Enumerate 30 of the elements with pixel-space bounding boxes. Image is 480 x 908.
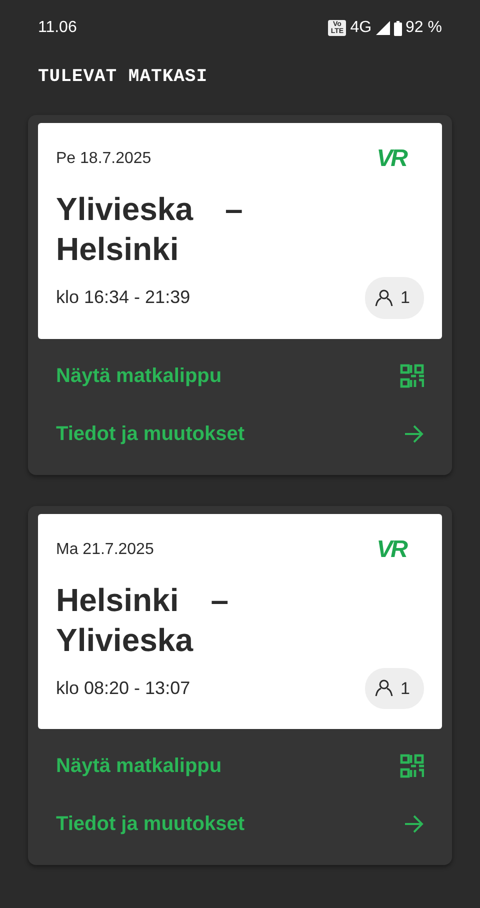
origin-station: Ylivieska (56, 190, 193, 229)
battery-level: 92 % (406, 18, 442, 38)
vr-logo: VR (376, 147, 406, 171)
battery-icon (394, 20, 402, 36)
trip-date: Ma 21.7.2025 (56, 540, 154, 560)
details-link[interactable]: Tiedot ja muutokset (38, 404, 442, 462)
show-ticket-link[interactable]: Näytä matkalippu (38, 737, 442, 795)
page-title: TULEVAT MATKASI (38, 66, 209, 89)
show-ticket-link[interactable]: Näytä matkalippu (38, 346, 442, 404)
signal-icon (376, 21, 390, 35)
details-link[interactable]: Tiedot ja muutokset (38, 795, 442, 853)
destination-station: Helsinki (56, 230, 180, 269)
passenger-count[interactable]: 1 (364, 668, 424, 709)
person-icon (374, 679, 393, 698)
route-dash: – (210, 580, 229, 620)
route-dash: – (225, 190, 243, 229)
arrow-right-icon (404, 815, 424, 833)
trip-time: klo 08:20 - 13:07 (56, 676, 190, 700)
passenger-count[interactable]: 1 (364, 277, 424, 318)
arrow-right-icon (404, 424, 424, 442)
origin-station: Helsinki (56, 580, 179, 620)
person-icon (374, 288, 393, 307)
destination-station: Ylivieska (56, 620, 194, 660)
trip-time: klo 16:34 - 21:39 (56, 286, 190, 310)
trip-date: Pe 18.7.2025 (56, 149, 152, 169)
vr-logo: VR (376, 538, 406, 562)
network-type: 4G (350, 18, 372, 38)
qr-code-icon (400, 754, 424, 778)
status-time: 11.06 (38, 18, 77, 38)
qr-code-icon (400, 364, 424, 388)
